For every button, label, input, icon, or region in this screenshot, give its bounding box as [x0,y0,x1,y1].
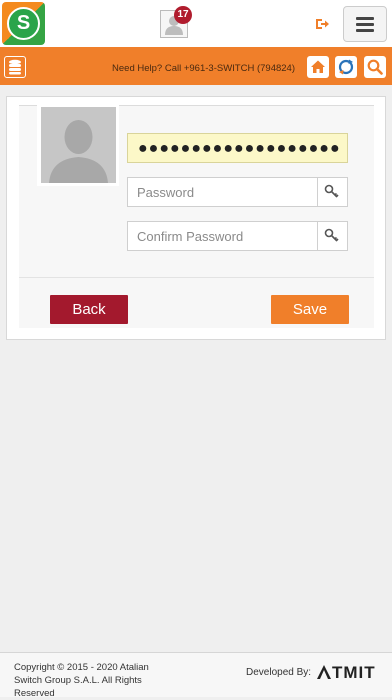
divider [19,277,374,278]
logout-icon[interactable] [314,16,330,32]
refresh-icon [338,59,354,75]
developer-name: TMIT [332,663,376,682]
toolbar: Need Help? Call +961-3-SWITCH (794824) [0,47,392,85]
current-password-value: ●●●●●●●●●●●●●●●●●●● [138,140,341,157]
logo-circle: S [7,7,40,40]
search-button[interactable] [364,56,386,78]
form-panel: ●●●●●●●●●●●●●●●●●●● Back Save [19,103,374,328]
password-input[interactable] [128,178,317,206]
copyright-text: Copyright © 2015 - 2020 Atalian Switch G… [14,662,149,699]
developed-by-label: Developed By: [246,667,312,678]
password-card: ●●●●●●●●●●●●●●●●●●● Back Save [6,96,386,340]
confirm-password-input[interactable] [128,222,317,250]
back-button[interactable]: Back [50,295,128,324]
database-icon [9,59,21,75]
menu-icon [356,17,374,20]
avatar [41,107,116,183]
menu-icon-line [356,29,374,32]
logo-letter: S [16,12,31,34]
password-field[interactable] [127,177,348,207]
password-key-button[interactable] [317,178,347,206]
confirm-key-button[interactable] [317,222,347,250]
logo-icon[interactable]: S [2,2,45,45]
developer-logo[interactable]: TMIT [316,663,376,683]
menu-icon-line [356,23,374,26]
avatar-silhouette-icon [41,107,116,183]
refresh-button[interactable] [335,56,357,78]
key-icon [324,228,339,242]
search-icon [367,59,383,75]
top-header: S 17 [0,0,392,47]
confirm-password-field[interactable] [127,221,348,251]
help-text[interactable]: Need Help? Call +961-3-SWITCH (794824) [80,63,295,74]
menu-button[interactable] [343,6,387,42]
atmit-a-icon [317,665,331,679]
home-button[interactable] [307,56,329,78]
key-icon [324,184,339,198]
footer: Copyright © 2015 - 2020 Atalian Switch G… [0,652,392,699]
home-icon [311,60,325,73]
save-button[interactable]: Save [271,295,349,324]
avatar-frame [37,103,119,186]
notification-badge: 17 [174,6,192,24]
current-password-field[interactable]: ●●●●●●●●●●●●●●●●●●● [127,133,348,163]
database-button[interactable] [4,56,26,78]
